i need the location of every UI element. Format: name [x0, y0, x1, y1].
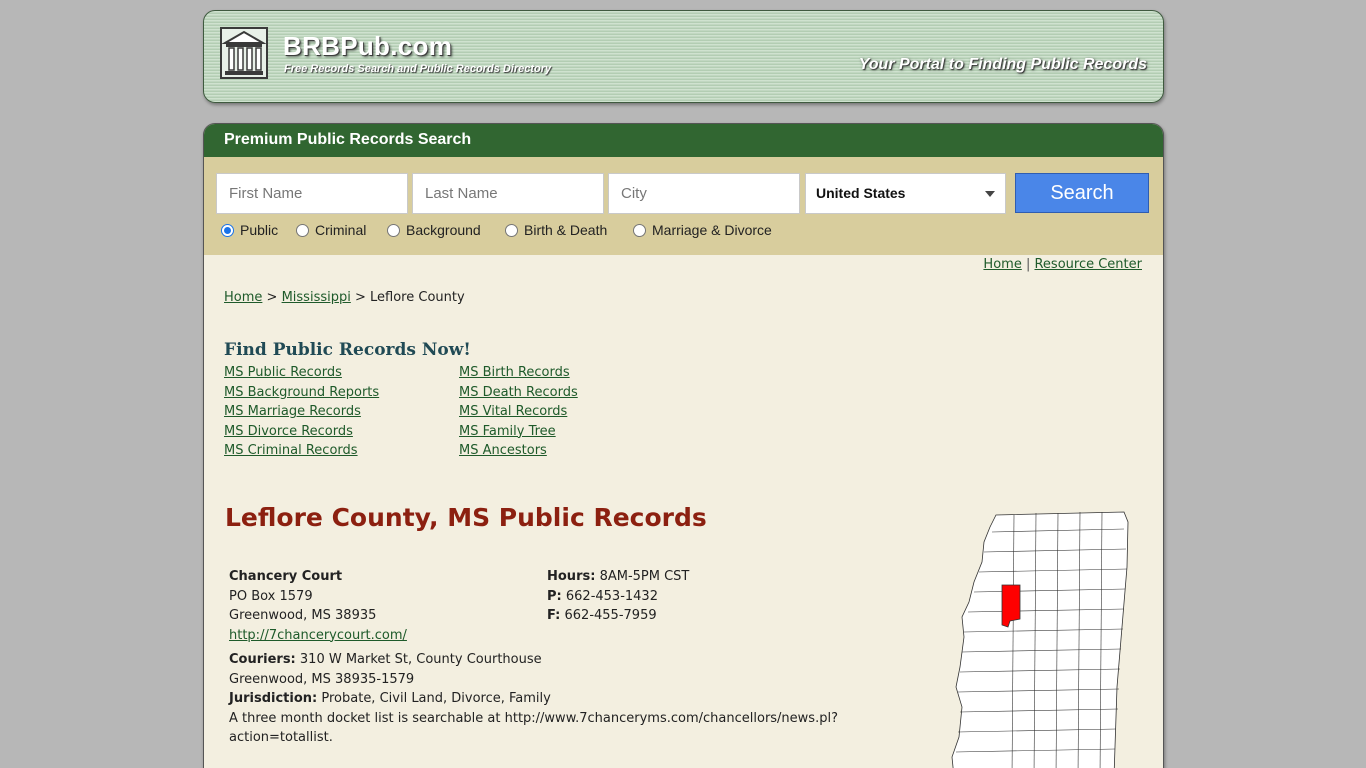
radio-background[interactable]: Background [387, 222, 481, 238]
record-link[interactable]: MS Death Records [459, 383, 578, 403]
court-contact-block: Hours: 8AM-5PM CST P: 662-453-1432 F: 66… [547, 567, 689, 626]
site-header: BRBPub.com Free Records Search and Publi… [203, 10, 1164, 103]
court-address-line2: Greenwood, MS 38935 [229, 608, 377, 623]
breadcrumb-separator: > [354, 290, 366, 305]
record-link[interactable]: MS Marriage Records [224, 402, 379, 422]
record-link[interactable]: MS Criminal Records [224, 441, 379, 461]
search-panel: United States Search Public Criminal Bac… [204, 157, 1163, 255]
search-button[interactable]: Search [1015, 173, 1149, 213]
record-link[interactable]: MS Background Reports [224, 383, 379, 403]
breadcrumb-separator: > [266, 290, 278, 305]
radio-label: Criminal [315, 222, 367, 238]
find-records-heading: Find Public Records Now! [224, 340, 471, 360]
jurisdiction-value: Probate, Civil Land, Divorce, Family [321, 691, 551, 706]
radio-dot-icon[interactable] [296, 223, 309, 237]
portal-slogan: Your Portal to Finding Public Records [858, 56, 1147, 73]
site-name[interactable]: BRBPub.com [283, 31, 452, 62]
record-link[interactable]: MS Vital Records [459, 402, 578, 422]
radio-marriage-divorce[interactable]: Marriage & Divorce [633, 222, 772, 238]
record-link[interactable]: MS Public Records [224, 363, 379, 383]
top-link-home[interactable]: Home [983, 257, 1021, 272]
radio-label: Public [240, 222, 279, 238]
couriers-city: Greenwood, MS 38935-1579 [229, 671, 415, 687]
top-link-resource-center[interactable]: Resource Center [1034, 257, 1142, 272]
couriers-value: 310 W Market St, County Courthouse [299, 652, 542, 667]
breadcrumb-home[interactable]: Home [224, 290, 262, 305]
phone-label: P: [547, 588, 562, 604]
radio-dot-icon[interactable] [387, 223, 400, 237]
search-panel-title: Premium Public Records Search [204, 124, 1163, 157]
records-links-right: MS Birth Records MS Death Records MS Vit… [459, 363, 578, 461]
radio-criminal[interactable]: Criminal [296, 222, 366, 238]
breadcrumb-current: Leflore County [370, 290, 465, 305]
last-name-input[interactable] [412, 173, 604, 214]
record-link[interactable]: MS Divorce Records [224, 422, 379, 442]
radio-birth-death[interactable]: Birth & Death [505, 222, 607, 238]
radio-dot-icon[interactable] [505, 223, 518, 237]
court-name: Chancery Court [229, 569, 343, 584]
hours-label: Hours: [547, 569, 596, 584]
link-separator: | [1025, 257, 1031, 272]
phone-value: 662-453-1432 [565, 588, 658, 604]
radio-label: Background [406, 222, 481, 238]
country-select[interactable]: United States [805, 173, 1006, 214]
radio-label: Birth & Death [524, 222, 608, 238]
hours-value: 8AM-5PM CST [599, 569, 690, 584]
courthouse-logo-icon[interactable] [220, 27, 268, 79]
top-links: Home | Resource Center [983, 257, 1142, 272]
breadcrumb: Home > Mississippi > Leflore County [224, 290, 465, 305]
records-links-left: MS Public Records MS Background Reports … [224, 363, 379, 461]
county-title: Leflore County, MS Public Records [225, 503, 707, 532]
radio-label: Marriage & Divorce [652, 222, 772, 238]
record-link[interactable]: MS Ancestors [459, 441, 578, 461]
docket-note: A three month docket list is searchable … [229, 710, 838, 746]
court-address-block: Chancery Court PO Box 1579 Greenwood, MS… [229, 567, 407, 645]
couriers-label: Couriers: [229, 652, 296, 667]
record-link[interactable]: MS Birth Records [459, 363, 578, 383]
radio-public[interactable]: Public [221, 222, 278, 238]
court-address-line1: PO Box 1579 [229, 588, 313, 604]
radio-dot-icon[interactable] [221, 223, 234, 237]
country-selected-value: United States [816, 185, 906, 201]
court-website-link[interactable]: http://7chancerycourt.com/ [229, 628, 407, 643]
record-link[interactable]: MS Family Tree [459, 422, 578, 442]
main-content: Premium Public Records Search United Sta… [203, 123, 1164, 768]
first-name-input[interactable] [216, 173, 408, 214]
fax-value: 662-455-7959 [564, 608, 657, 623]
court-details-block: Couriers: 310 W Market St, County Courth… [229, 650, 869, 748]
mississippi-county-map[interactable] [924, 507, 1134, 768]
radio-dot-icon[interactable] [633, 223, 646, 237]
breadcrumb-state[interactable]: Mississippi [282, 290, 351, 305]
chevron-down-icon [985, 191, 995, 197]
city-input[interactable] [608, 173, 800, 214]
fax-label: F: [547, 608, 561, 623]
site-tagline: Free Records Search and Public Records D… [284, 63, 552, 75]
jurisdiction-label: Jurisdiction: [229, 691, 318, 706]
